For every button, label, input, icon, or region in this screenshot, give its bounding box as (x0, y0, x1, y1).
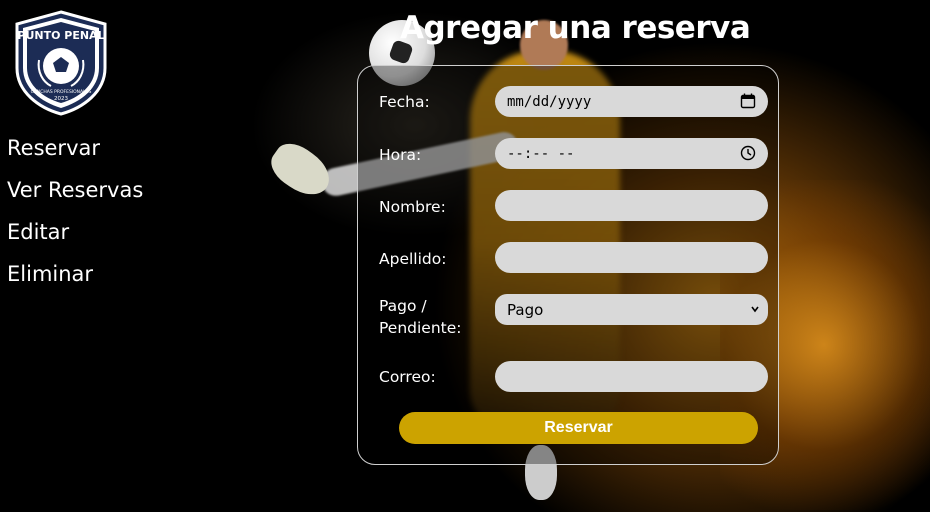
reservar-submit-button[interactable]: Reservar (399, 412, 758, 444)
sidebar-nav: Reservar Ver Reservas Editar Eliminar (7, 134, 143, 302)
pago-label: Pago / Pendiente: (379, 295, 462, 339)
brand-logo[interactable]: PUNTO PENAL CANCHAS PROFESIONALES 2023 (13, 10, 109, 116)
nombre-input[interactable] (495, 190, 768, 221)
fecha-label: Fecha: (379, 93, 430, 111)
apellido-input[interactable] (495, 242, 768, 273)
pago-select[interactable]: Pago (495, 294, 768, 325)
calendar-icon[interactable] (740, 93, 756, 109)
pago-label-line2: Pendiente: (379, 319, 462, 337)
fecha-value: mm/dd/yyyy (507, 93, 592, 110)
sidebar-item-eliminar[interactable]: Eliminar (7, 260, 143, 302)
hora-input[interactable]: --:-- -- (495, 138, 768, 169)
correo-input[interactable] (495, 361, 768, 392)
pago-selected-value: Pago (507, 300, 544, 319)
page-title: Agregar una reserva (400, 10, 751, 46)
sidebar-item-editar[interactable]: Editar (7, 218, 143, 260)
nombre-label: Nombre: (379, 198, 446, 216)
hora-label: Hora: (379, 146, 422, 164)
fecha-input[interactable]: mm/dd/yyyy (495, 86, 768, 117)
sidebar-item-reservar[interactable]: Reservar (7, 134, 143, 176)
reservation-form: Fecha: mm/dd/yyyy Hora: --:-- -- Nombre:… (357, 65, 779, 465)
apellido-label: Apellido: (379, 250, 447, 268)
pago-label-line1: Pago / (379, 297, 427, 315)
svg-text:CANCHAS PROFESIONALES: CANCHAS PROFESIONALES (31, 89, 92, 95)
correo-label: Correo: (379, 368, 436, 386)
hora-value: --:-- -- (507, 145, 575, 162)
sidebar-item-ver-reservas[interactable]: Ver Reservas (7, 176, 143, 218)
clock-icon[interactable] (740, 145, 756, 161)
logo-text: PUNTO PENAL (17, 29, 104, 42)
chevron-down-icon (751, 306, 759, 313)
svg-text:2023: 2023 (54, 96, 68, 102)
